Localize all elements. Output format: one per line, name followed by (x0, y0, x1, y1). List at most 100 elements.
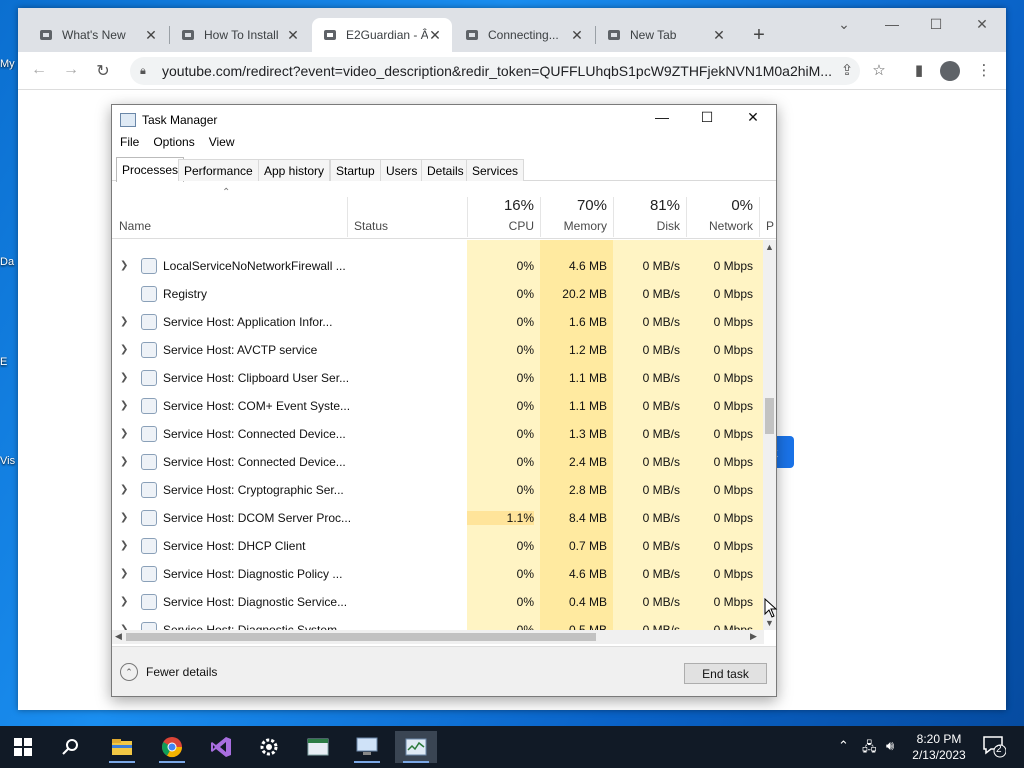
share-icon[interactable]: ⇪ (836, 61, 858, 79)
notification-button[interactable]: 2 (982, 734, 1007, 761)
cpu-value: 1.1% (467, 511, 534, 525)
close-icon[interactable]: ✕ (286, 27, 300, 44)
minimize-icon[interactable]: — (639, 109, 685, 131)
desktop-icon-label[interactable]: Vis (0, 455, 18, 467)
task-manager-button[interactable] (395, 731, 437, 763)
table-row[interactable]: ❯ Service Host: DHCP Client 0% 0.7 MB 0 MB/s… (112, 532, 764, 560)
tab-search-icon[interactable]: ⌄ (832, 16, 856, 33)
side-panel-icon[interactable]: ▮ (908, 61, 930, 79)
profile-avatar-icon[interactable] (940, 61, 960, 81)
maximize-icon[interactable]: ☐ (684, 109, 730, 131)
tab-details[interactable]: Details (421, 159, 470, 181)
close-icon[interactable]: ✕ (428, 27, 442, 44)
tab-app-history[interactable]: App history (258, 159, 331, 181)
menu-view[interactable]: View (209, 135, 235, 155)
col-status[interactable]: Status (347, 183, 467, 239)
close-window-icon[interactable]: ✕ (970, 16, 994, 33)
col-cpu[interactable]: 16% CPU (467, 183, 540, 239)
search-button[interactable] (50, 731, 92, 763)
chevron-right-icon[interactable]: ❯ (120, 540, 128, 551)
new-tab-button[interactable]: + (748, 24, 770, 47)
chevron-right-icon[interactable]: ❯ (120, 372, 128, 383)
app-button[interactable] (346, 731, 388, 763)
tab-new-tab[interactable]: New Tab ✕ (596, 18, 736, 52)
scroll-left-icon[interactable]: ◀ (115, 631, 122, 642)
table-row[interactable]: ❯ Service Host: COM+ Event Syste... 0% 1.1 … (112, 392, 764, 420)
clock[interactable]: 8:20 PM 2/13/2023 (906, 731, 972, 763)
fewer-details-button[interactable]: ⌃ Fewer details (120, 663, 217, 681)
menu-kebab-icon[interactable]: ⋮ (973, 61, 995, 79)
close-icon[interactable]: ✕ (570, 27, 584, 44)
tab-performance[interactable]: Performance (178, 159, 259, 181)
end-task-button[interactable]: End task (684, 663, 767, 684)
tab-how-to-install[interactable]: How To Install ✕ (170, 18, 310, 52)
table-row[interactable]: ❯ Service Host: AVCTP service 0% 1.2 MB 0 MB… (112, 336, 764, 364)
desktop-icon-label[interactable]: Da (0, 256, 18, 268)
tab-whats-new[interactable]: What's New ✕ (28, 18, 168, 52)
scroll-thumb[interactable] (765, 398, 774, 434)
chrome-button[interactable] (151, 731, 193, 763)
col-name[interactable]: Name (112, 183, 347, 239)
desktop-icon-label[interactable]: My (0, 58, 18, 70)
tab-connecting[interactable]: Connecting... ✕ (454, 18, 594, 52)
monitor-app-icon (356, 737, 378, 755)
process-name: Service Host: COM+ Event Syste... (163, 399, 351, 413)
close-icon[interactable]: ✕ (144, 27, 158, 44)
chevron-right-icon[interactable]: ❯ (120, 512, 128, 523)
file-explorer-button[interactable] (101, 731, 143, 763)
maximize-icon[interactable]: ☐ (924, 16, 948, 33)
minimize-icon[interactable]: — (880, 16, 904, 32)
bookmark-star-icon[interactable]: ☆ (868, 61, 890, 79)
chevron-right-icon[interactable]: ❯ (120, 428, 128, 439)
app-button[interactable] (297, 731, 339, 763)
address-bar[interactable]: 🔒︎ youtube.com/redirect?event=video_desc… (130, 57, 860, 85)
start-button[interactable] (2, 731, 44, 763)
table-row[interactable]: ❯ Service Host: Diagnostic Policy ... 0% 4.… (112, 560, 764, 588)
chevron-up-icon[interactable]: ⌃ (838, 738, 849, 754)
table-row[interactable]: ❯ Service Host: Application Infor... 0% 1.6… (112, 308, 764, 336)
scroll-up-icon[interactable]: ▲ (765, 242, 774, 252)
tab-e2guardian[interactable]: E2Guardian - Â ✕ (312, 18, 452, 52)
volume-icon[interactable]: 🔊︎ (886, 738, 894, 754)
chevron-right-icon[interactable]: ❯ (120, 260, 128, 271)
tab-processes[interactable]: Processes (116, 157, 185, 182)
table-row[interactable]: ❯ Service Host: Cryptographic Ser... 0% 2.8… (112, 476, 764, 504)
network-icon[interactable]: 🖧︎ (862, 738, 877, 760)
forward-icon[interactable]: → (60, 61, 82, 79)
chevron-right-icon[interactable]: ❯ (120, 484, 128, 495)
menu-options[interactable]: Options (153, 135, 194, 155)
col-network[interactable]: 0% Network (686, 183, 759, 239)
tab-users[interactable]: Users (380, 159, 424, 181)
chevron-right-icon[interactable]: ❯ (120, 316, 128, 327)
chevron-right-icon[interactable]: ❯ (120, 596, 128, 607)
col-power[interactable]: P (759, 183, 776, 239)
settings-button[interactable] (248, 731, 290, 763)
menu-file[interactable]: File (120, 135, 139, 155)
col-memory[interactable]: 70% Memory (540, 183, 613, 239)
table-row[interactable]: ❯ Service Host: Clipboard User Ser... 0% 1.… (112, 364, 764, 392)
visual-studio-button[interactable] (200, 731, 242, 763)
chevron-right-icon[interactable]: ❯ (120, 456, 128, 467)
close-icon[interactable]: ✕ (730, 109, 776, 131)
chevron-right-icon[interactable]: ❯ (120, 568, 128, 579)
col-disk[interactable]: 81% Disk (613, 183, 686, 239)
table-row[interactable]: Registry 0% 20.2 MB 0 MB/s 0 Mbps (112, 280, 764, 308)
vertical-scrollbar[interactable]: ▲ ▼ (763, 240, 776, 630)
horizontal-scrollbar[interactable]: ◀ ▶ (112, 630, 764, 644)
table-row[interactable]: ❯ LocalServiceNoNetworkFirewall ... 0% 4.6 … (112, 252, 764, 280)
chevron-right-icon[interactable]: ❯ (120, 400, 128, 411)
table-row[interactable]: ❯ Service Host: Connected Device... 0% 1.3 … (112, 420, 764, 448)
back-icon[interactable]: ← (28, 61, 50, 79)
scroll-thumb[interactable] (126, 633, 596, 641)
scroll-right-icon[interactable]: ▶ (750, 631, 757, 642)
table-row[interactable]: ❯ Service Host: DCOM Server Proc... 1.1% 8.… (112, 504, 764, 532)
chevron-right-icon[interactable]: ❯ (120, 344, 128, 355)
tab-startup[interactable]: Startup (330, 159, 381, 181)
desktop-icon-label[interactable]: E (0, 356, 18, 368)
tab-services[interactable]: Services (466, 159, 525, 181)
table-row[interactable]: ❯ Service Host: Connected Device... 0% 2.4 … (112, 448, 764, 476)
reload-icon[interactable]: ↻ (92, 61, 114, 81)
table-row[interactable]: ❯ Service Host: Diagnostic System... 0% 0.5… (112, 616, 764, 630)
close-icon[interactable]: ✕ (712, 27, 726, 44)
table-row[interactable]: ❯ Service Host: Diagnostic Service... 0% 0.… (112, 588, 764, 616)
